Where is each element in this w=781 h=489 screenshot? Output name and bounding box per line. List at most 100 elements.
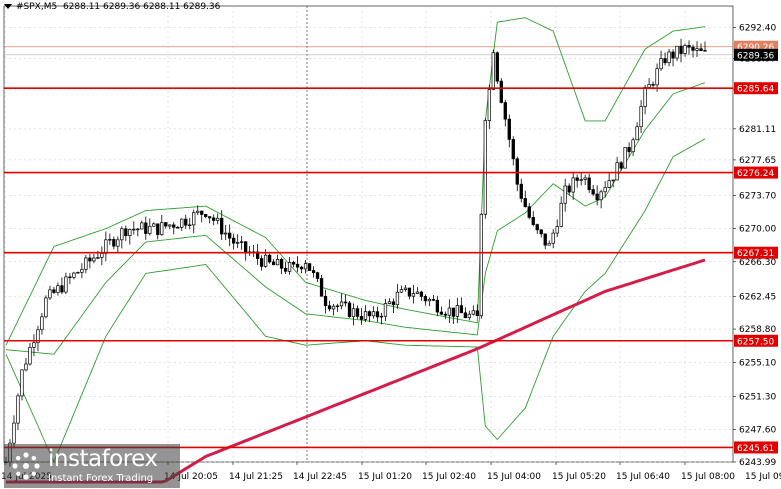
candle-body — [491, 52, 495, 90]
candle-body — [535, 224, 539, 231]
candle-body — [20, 369, 24, 397]
candle-body — [459, 305, 463, 314]
candle-body — [391, 301, 396, 306]
bollinger-middle — [5, 82, 706, 355]
candle-body — [168, 224, 172, 227]
level-label: 6245.61 — [737, 444, 774, 454]
candle-body — [363, 311, 368, 320]
y-tick-label: 6281.11 — [739, 125, 776, 135]
candle-body — [603, 187, 607, 193]
candle-body — [411, 293, 416, 297]
candle-body — [184, 218, 188, 226]
candle-body — [559, 202, 563, 227]
level-label: 6267.31 — [737, 249, 774, 259]
x-tick-label: 15 Jul 09:20 — [745, 472, 781, 482]
candle-body — [703, 49, 707, 52]
candle-body — [519, 183, 523, 199]
y-tick-label: 6247.60 — [739, 426, 776, 436]
candle-body — [283, 267, 288, 272]
candle-body — [275, 259, 280, 266]
candle-body — [563, 185, 567, 204]
candle-body — [695, 48, 699, 51]
candle-body — [327, 305, 332, 310]
candle-body — [132, 228, 136, 231]
candle-body — [387, 301, 392, 304]
candle-body — [351, 308, 356, 317]
chart: 6292.406288.976285.546281.116277.656273.… — [0, 0, 781, 489]
y-tick-label: 6251.30 — [739, 392, 776, 402]
candle-body — [427, 299, 432, 302]
candle-body — [232, 237, 236, 244]
candle-body — [583, 177, 587, 180]
candle-body — [547, 242, 551, 246]
candle-body — [639, 106, 643, 128]
candle-body — [52, 289, 56, 293]
x-tick-label: 15 Jul 01:20 — [358, 472, 412, 482]
candle-body — [24, 363, 28, 371]
candle-body — [76, 272, 80, 274]
instaforex-logo: instaforex Instant Forex Trading — [4, 444, 180, 488]
candle-body — [479, 213, 483, 317]
candle-body — [12, 422, 16, 444]
candle-body — [323, 295, 328, 307]
candle-body — [236, 242, 240, 244]
candle-body — [100, 253, 104, 258]
candle-body — [511, 139, 515, 160]
x-tick-label: 15 Jul 02:40 — [422, 472, 476, 482]
chart-plot: 6292.406288.976285.546281.116277.656273.… — [1, 5, 781, 484]
candle-body — [691, 46, 695, 51]
candle-body — [675, 45, 679, 59]
candle-body — [395, 291, 400, 306]
bollinger-lower — [5, 138, 706, 464]
candle-body — [279, 259, 284, 269]
candle-body — [315, 272, 320, 279]
candle-body — [116, 239, 120, 247]
y-tick-label: 6292.40 — [739, 24, 776, 34]
candle-body — [16, 395, 20, 424]
x-tick-label: 15 Jul 06:40 — [616, 472, 670, 482]
candle-body — [419, 291, 424, 297]
y-tick-label: 6262.45 — [739, 292, 776, 302]
collapse-triangle-icon[interactable] — [4, 4, 12, 9]
x-tick-label: 15 Jul 08:00 — [681, 472, 735, 482]
candle-body — [483, 120, 487, 215]
candle-body — [311, 270, 316, 274]
candle-body — [120, 228, 124, 241]
candle-body — [319, 278, 324, 297]
candle-body — [64, 276, 68, 293]
candle-body — [299, 266, 304, 270]
candle-body — [287, 262, 292, 272]
candle-body — [220, 217, 224, 235]
candle-body — [136, 228, 140, 231]
candle-body — [655, 68, 659, 86]
candle-body — [551, 232, 555, 244]
candle-body — [367, 311, 372, 317]
y-tick-label: 6255.10 — [739, 358, 776, 368]
candle-body — [643, 87, 647, 107]
candle-body — [595, 193, 599, 201]
candle-body — [291, 262, 296, 265]
candle-body — [355, 308, 360, 317]
candle-body — [160, 222, 164, 235]
candle-body — [687, 44, 691, 48]
candle-body — [619, 162, 623, 169]
candle-body — [140, 222, 144, 230]
candle-body — [244, 241, 248, 253]
x-tick-label: 14 Jul 21:25 — [229, 472, 283, 482]
candle-body — [647, 84, 651, 88]
candle-body — [591, 189, 595, 195]
candle-body — [455, 305, 460, 317]
level-label: 6276.24 — [737, 169, 774, 179]
candle-body — [164, 222, 168, 227]
current-price-tag: 6289.36 — [737, 51, 774, 61]
candle-body — [659, 58, 663, 70]
candle-body — [635, 126, 639, 141]
candle-body — [523, 198, 527, 208]
candle-body — [451, 307, 456, 317]
candle-body — [663, 58, 667, 64]
candle-body — [56, 285, 60, 293]
brand-text: instaforex — [48, 446, 158, 472]
candle-body — [347, 302, 352, 317]
candle-body — [543, 233, 547, 246]
candle-body — [671, 51, 675, 59]
